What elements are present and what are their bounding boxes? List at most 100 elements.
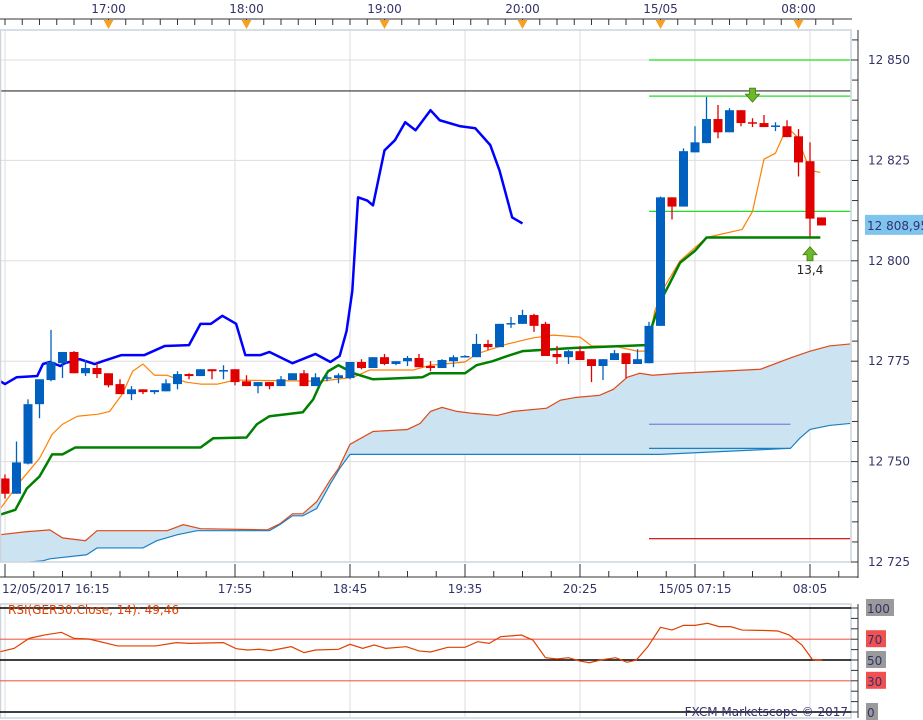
candle	[391, 361, 401, 366]
candle-body	[506, 323, 516, 325]
candle	[115, 379, 125, 395]
candle-body	[322, 377, 332, 379]
top-axis-label: 08:00	[781, 2, 816, 16]
candle-body	[472, 343, 481, 358]
candle-body	[46, 362, 56, 381]
candle-body	[759, 123, 769, 128]
candle	[276, 376, 286, 387]
candle	[253, 382, 263, 394]
candle	[368, 357, 378, 369]
rsi-level-label: 0	[867, 706, 875, 720]
candle-body	[460, 355, 470, 358]
price-axis-label: 12 850	[868, 53, 910, 67]
candle	[46, 329, 56, 382]
candle-body	[173, 374, 182, 385]
candle-body	[679, 151, 688, 207]
candle-body	[242, 381, 251, 387]
rsi-label: RSI(GER30.Close, 14): 49,46	[8, 603, 179, 617]
candle-body	[552, 353, 562, 358]
current-price-label: 12 808,95	[867, 219, 923, 233]
candle-body	[598, 359, 608, 367]
candle	[299, 370, 309, 387]
candle	[759, 115, 769, 128]
candle	[690, 126, 700, 153]
candle-body	[564, 351, 573, 358]
top-axis-label: 19:00	[367, 2, 402, 16]
hour-marker-icon	[793, 20, 804, 29]
hour-marker-icon	[517, 20, 528, 29]
candle	[564, 349, 573, 365]
candle	[644, 321, 654, 364]
candle	[69, 351, 79, 374]
candle	[161, 379, 171, 392]
candle-body	[219, 370, 228, 372]
candle-body	[207, 369, 217, 372]
candle	[196, 369, 205, 377]
candle	[610, 349, 619, 360]
candle-body	[414, 357, 424, 368]
bottom-axis-label: 08:05	[793, 582, 828, 596]
candle-body	[736, 110, 746, 124]
rsi-border	[0, 603, 852, 719]
top-axis-label: 18:00	[229, 2, 264, 16]
candle-body	[150, 390, 159, 393]
candle	[725, 108, 734, 133]
candle	[403, 355, 412, 367]
candle	[184, 373, 194, 380]
rsi-level-label: 70	[867, 633, 882, 647]
candle-body	[575, 351, 585, 360]
candle-body	[104, 373, 113, 386]
candle-body	[35, 379, 44, 405]
candle-body	[403, 357, 412, 362]
candle-body	[184, 374, 194, 377]
candle	[437, 359, 447, 369]
candle-body	[253, 382, 263, 387]
candle-body	[288, 373, 297, 381]
candle-body	[621, 353, 631, 365]
candle-body	[115, 384, 125, 395]
bottom-axis-label: 18:45	[333, 582, 368, 596]
candle-body	[0, 478, 10, 494]
rsi-level-label: 50	[867, 654, 882, 668]
candle	[529, 313, 539, 332]
candle	[357, 359, 366, 370]
candle-body	[483, 343, 493, 348]
bottom-axis-label: 19:35	[448, 582, 483, 596]
candle	[782, 120, 792, 138]
candle-body	[357, 362, 366, 369]
candle	[667, 197, 677, 220]
candle-body	[817, 217, 826, 226]
candle-body	[58, 351, 67, 364]
candle-body	[782, 126, 792, 138]
candle-body	[391, 361, 401, 365]
candle-body	[92, 368, 102, 375]
candle	[35, 379, 44, 419]
sell-arrow-icon	[744, 87, 761, 103]
top-axis-label: 17:00	[91, 2, 126, 16]
candle	[541, 321, 550, 356]
candle	[656, 196, 665, 326]
candle-body	[23, 404, 33, 464]
candle-body	[656, 197, 665, 326]
candle-body	[702, 119, 711, 144]
candle	[587, 359, 596, 383]
chart-canvas: 13,4 17:00 18:00 19:00 20:00 15/05 08:00 12 85…	[0, 2, 923, 720]
price-axis-label: 12 750	[868, 455, 910, 469]
candle-body	[713, 119, 723, 133]
candle-body	[667, 197, 677, 207]
rsi-pane: 100 70 50 30 0	[0, 599, 894, 720]
candle	[265, 382, 274, 390]
candle	[817, 217, 826, 226]
candle-body	[345, 362, 355, 379]
top-axis-label: 20:00	[505, 2, 540, 16]
blue-overlay-line	[0, 108, 524, 386]
candle	[380, 353, 389, 366]
candle	[230, 369, 240, 386]
candle-body	[541, 323, 550, 356]
candle	[345, 362, 355, 380]
bottom-axis-label: 12/05/2017 16:15	[2, 582, 110, 596]
candle	[207, 369, 217, 380]
candle-body	[161, 383, 171, 392]
candle-body	[794, 136, 803, 163]
candle	[150, 390, 159, 395]
